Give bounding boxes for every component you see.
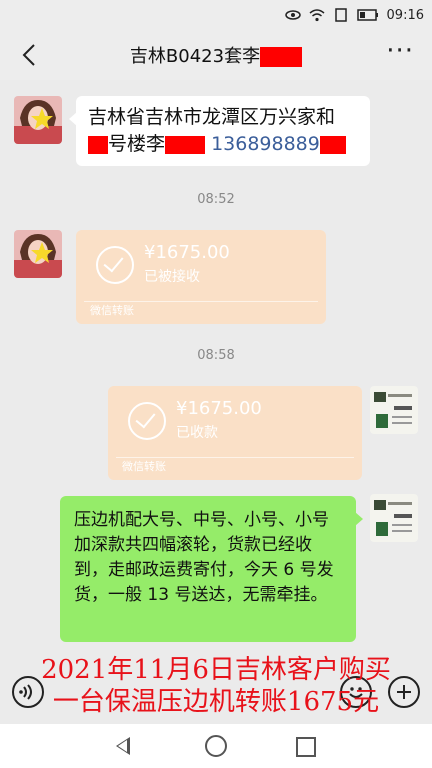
chat-header: 吉林B0423套李 ··· <box>0 30 432 80</box>
transfer-card-collected[interactable]: ¥1675.00 已收款 微信转账 <box>108 386 362 480</box>
contact-avatar[interactable] <box>14 230 62 278</box>
timestamp: 08:58 <box>197 348 235 363</box>
redaction-block <box>260 47 303 67</box>
status-icons: 09:16 <box>284 5 424 25</box>
transfer-amount: ¥1675.00 <box>176 398 262 419</box>
timestamp: 08:52 <box>197 192 235 207</box>
address-message-bubble[interactable]: 吉林省吉林市龙潭区万兴家和 号楼李 136898889 <box>69 96 370 166</box>
phone-link[interactable]: 136898889 <box>211 133 320 155</box>
more-options-button[interactable]: ··· <box>386 36 414 66</box>
battery-icon <box>356 9 378 21</box>
transfer-status: 已收款 <box>176 425 218 441</box>
system-nav-bar <box>0 724 432 768</box>
nav-back-icon[interactable] <box>116 737 130 755</box>
nav-home-icon[interactable] <box>205 735 227 757</box>
transfer-footer: 微信转账 <box>122 460 166 473</box>
chat-title-text: 吉林B0423套李 <box>129 46 261 67</box>
redaction-block <box>88 135 108 154</box>
transfer-amount: ¥1675.00 <box>144 242 230 263</box>
address-line1: 吉林省吉林市龙潭区万兴家和 <box>88 106 336 128</box>
status-bar: 09:16 <box>0 0 432 30</box>
address-line2: 号楼李 136898889 <box>88 131 358 158</box>
eye-icon <box>284 10 301 20</box>
caption-line2: 一台保温压边机转账1675元 <box>52 687 380 717</box>
message-text: 压边机配大号、中号、小号、小号加深款共四幅滚轮，货款已经收到，走邮政运费寄付，今… <box>74 510 334 605</box>
chat-title: 吉林B0423套李 <box>0 42 432 68</box>
transfer-card-received[interactable]: ¥1675.00 已被接收 微信转账 <box>76 230 326 324</box>
my-avatar[interactable] <box>370 386 418 434</box>
transfer-status: 已被接收 <box>144 269 200 285</box>
nav-recents-icon[interactable] <box>296 737 316 757</box>
transfer-footer: 微信转账 <box>90 304 134 317</box>
check-circle-icon <box>96 246 134 284</box>
caption-overlay: 2021年11月6日吉林客户购买 一台保温压边机转账1675元 <box>0 654 432 718</box>
check-circle-icon <box>128 402 166 440</box>
redaction-block <box>319 135 346 154</box>
wifi-icon <box>309 9 325 22</box>
redaction-block <box>165 135 206 154</box>
my-avatar[interactable] <box>370 494 418 542</box>
address-line2-text: 号楼李 <box>108 133 166 155</box>
contact-avatar[interactable] <box>14 96 62 144</box>
status-time: 09:16 <box>386 7 424 23</box>
caption-line1: 2021年11月6日吉林客户购买 <box>41 655 391 685</box>
sim-icon <box>334 8 347 22</box>
sent-text-message[interactable]: 压边机配大号、中号、小号、小号加深款共四幅滚轮，货款已经收到，走邮政运费寄付，今… <box>60 496 363 642</box>
